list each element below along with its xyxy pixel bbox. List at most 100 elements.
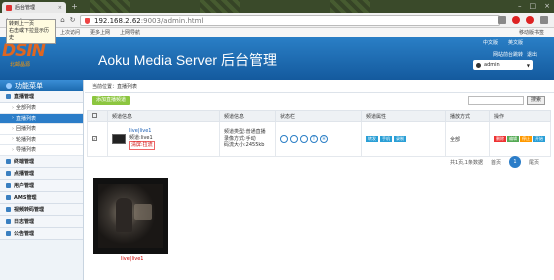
sidebar-group-transcode[interactable]: 视频转码管理 <box>0 203 83 216</box>
reload-icon[interactable]: ↻ <box>68 16 77 25</box>
browser-tab[interactable]: 后台管理 × <box>2 2 66 13</box>
folder-icon <box>6 194 11 200</box>
sidebar-group-notice[interactable]: 公告管理 <box>0 227 83 240</box>
lang-cn-link[interactable]: 中文版 <box>481 39 500 46</box>
bookmark-item[interactable]: 更多上网 <box>90 29 110 36</box>
sidebar-item-replay[interactable]: 回播列表 <box>0 124 83 135</box>
tab-title: 后台管理 <box>15 5 36 11</box>
folder-icon <box>6 182 11 188</box>
search-input[interactable] <box>468 96 524 105</box>
minimize-icon[interactable]: – <box>518 2 522 10</box>
video-preview[interactable] <box>93 178 168 254</box>
stop-button[interactable]: 停止 <box>520 136 532 142</box>
status-circle-icon[interactable] <box>290 135 298 143</box>
edit-button[interactable]: 编辑 <box>507 136 519 142</box>
browser-navbar: ← → ⌂ ↻ 192.168.2.62:9003/admin.html <box>0 13 554 28</box>
new-tab-button[interactable]: + <box>70 3 79 11</box>
status-circle-icon[interactable] <box>300 135 308 143</box>
divider <box>85 92 554 93</box>
home-icon[interactable]: ⌂ <box>58 16 67 25</box>
video-frame <box>98 184 163 248</box>
app-header: DSIN 北邮晶源 Aoku Media Server 后台管理 中文版 英文版… <box>0 37 554 80</box>
app-title: Aoku Media Server 后台管理 <box>98 52 277 68</box>
delete-button[interactable]: 删除 <box>494 136 506 142</box>
sidebar-group-live[interactable]: 直播管理 <box>0 91 83 103</box>
logout-link[interactable]: 退出 <box>527 51 537 58</box>
logo: DSIN 北邮晶源 <box>2 41 46 68</box>
back-tooltip: 转到上一页 右击或下拉显示历史 <box>6 19 56 44</box>
extensions-icon[interactable] <box>498 16 506 24</box>
tooltip-line: 转到上一页 <box>9 21 35 27</box>
user-menu[interactable]: admin ▼ <box>473 60 533 70</box>
wallpaper-decoration <box>200 0 240 13</box>
frontend-link[interactable]: 网站前台跳转 <box>493 51 523 58</box>
col-header: 播放方式 <box>445 110 490 122</box>
status-t-icon[interactable]: T <box>310 135 318 143</box>
account-icon[interactable] <box>526 16 534 24</box>
attribute-tag: 转发 <box>366 136 378 142</box>
bookmark-item[interactable]: 上网导航 <box>120 29 140 36</box>
folder-icon <box>6 170 11 176</box>
folder-icon <box>6 206 11 212</box>
bookmark-item[interactable]: 上次访问 <box>60 29 80 36</box>
language-links: 中文版 英文版 <box>481 39 525 46</box>
sync-icon[interactable] <box>512 16 520 24</box>
wallpaper-decoration <box>90 0 130 13</box>
user-icon <box>476 62 481 68</box>
menu-icon <box>6 82 12 89</box>
col-header: 频道信息 <box>219 110 276 122</box>
start-button[interactable]: 开始 <box>533 136 545 142</box>
folder-icon <box>6 94 11 99</box>
channel-thumbnail <box>112 134 126 144</box>
channel-table: 频道信息 频道信息 状态栏 频道属性 播放方式 操作 ✓ live|live1 … <box>87 110 551 157</box>
channel-cell: live|live1 频道:live1 清屏:拉流 <box>107 121 220 157</box>
sidebar-item-all[interactable]: 全部列表 <box>0 103 83 114</box>
play-tag[interactable]: 清屏:拉流 <box>129 141 155 150</box>
status-circle-icon[interactable] <box>280 135 288 143</box>
tab-close-icon[interactable]: × <box>58 5 62 11</box>
add-channel-button[interactable]: 添加直播频道 <box>92 96 131 105</box>
tooltip-line: 右击或下拉显示历史 <box>9 28 50 41</box>
sidebar-group-logs[interactable]: 日志管理 <box>0 215 83 228</box>
menu-icon[interactable] <box>540 16 548 24</box>
folder-icon <box>6 230 11 236</box>
last-page-link[interactable]: 尾页 <box>529 159 539 166</box>
sidebar-group-ams[interactable]: AMS管理 <box>0 191 83 204</box>
col-select <box>87 110 108 122</box>
address-bar[interactable]: 192.168.2.62:9003/admin.html <box>80 15 500 26</box>
tab-favicon-icon <box>6 4 12 11</box>
folder-icon <box>6 158 11 164</box>
select-all-checkbox[interactable] <box>92 112 97 118</box>
sidebar-group-terminal[interactable]: 终端管理 <box>0 155 83 168</box>
lang-en-link[interactable]: 英文版 <box>506 39 525 46</box>
sidebar-item-rotation[interactable]: 轮播列表 <box>0 134 83 145</box>
sidebar-item-live-list[interactable]: 直播列表 <box>0 113 83 124</box>
header-links: 网站前台跳转 退出 <box>493 51 537 58</box>
status-h-icon[interactable]: H <box>320 135 328 143</box>
sidebar-group-vod[interactable]: 点播管理 <box>0 167 83 180</box>
info-line: 码流大小:2455kb <box>224 142 265 149</box>
row-checkbox[interactable]: ✓ <box>92 136 97 141</box>
security-shield-icon <box>85 17 90 24</box>
first-page-link[interactable]: 首页 <box>491 159 501 166</box>
operations-cell: 删除 编辑 停止 开始 <box>489 121 551 157</box>
attribute-cell: 转发 手机 录制 <box>361 121 446 157</box>
col-header: 操作 <box>489 110 551 122</box>
row-select-cell: ✓ <box>87 121 108 157</box>
col-header: 频道信息 <box>107 110 220 122</box>
maximize-icon[interactable]: □ <box>530 2 537 10</box>
channel-name[interactable]: live|live1 <box>129 128 155 135</box>
search-button[interactable]: 搜索 <box>527 96 545 105</box>
mobile-bookmarks[interactable]: 移动版书签 <box>519 29 544 36</box>
sidebar-item-director[interactable]: 导播列表 <box>0 145 83 156</box>
breadcrumb: 当前位置：直播列表 <box>92 84 138 90</box>
pagination: 共1页,1条数据 首页 1 尾页 <box>450 156 539 168</box>
sidebar-group-users[interactable]: 用户管理 <box>0 179 83 192</box>
col-header: 频道属性 <box>361 110 446 122</box>
bookmarks-bar: 上次访问 更多上网 上网导航 移动版书签 <box>0 28 554 37</box>
close-window-icon[interactable]: × <box>544 2 550 10</box>
channel-info-cell: 频道类型:普通直播 录像方式:手动 码流大小:2455kb <box>219 121 276 157</box>
page-summary: 共1页,1条数据 <box>450 159 483 166</box>
current-page[interactable]: 1 <box>508 156 521 168</box>
user-name: admin <box>484 62 500 68</box>
